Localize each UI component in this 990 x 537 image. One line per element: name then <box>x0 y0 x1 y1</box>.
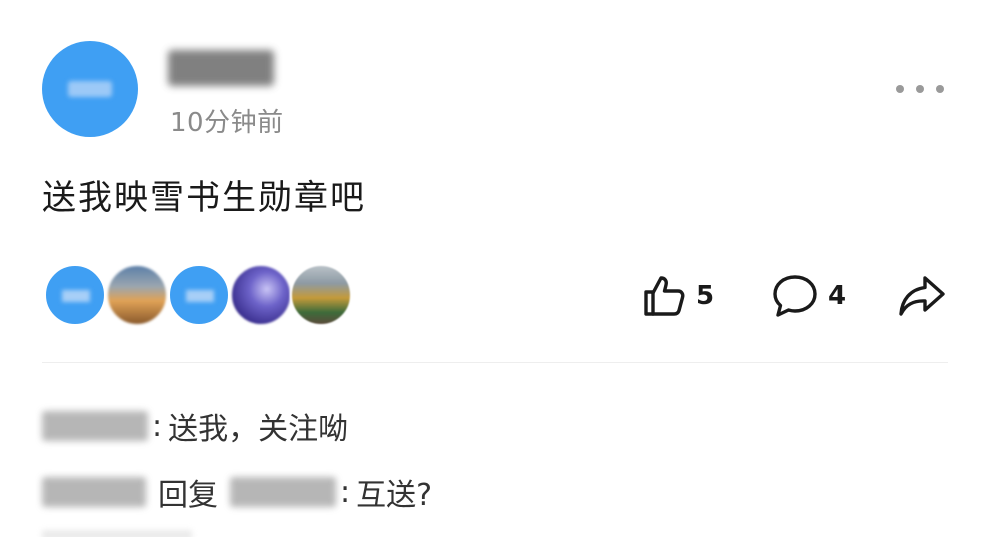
liker-avatar[interactable] <box>106 264 168 326</box>
comment-item[interactable]: 回复 : 互送? <box>42 470 432 514</box>
author-avatar[interactable] <box>42 41 138 137</box>
comment-colon: : <box>340 474 351 510</box>
post-card: 10分钟前 送我映雪书生勋章吧 5 4: 送我，关注呦 回复: 互送? <box>0 0 990 537</box>
comment-button[interactable]: 4 <box>770 272 846 320</box>
thumbs-up-icon <box>644 276 685 316</box>
liker-avatar[interactable] <box>230 264 292 326</box>
post-timestamp: 10分钟前 <box>170 108 284 138</box>
liker-initials <box>62 290 90 302</box>
liker-avatar[interactable] <box>290 264 352 326</box>
section-divider <box>42 362 948 363</box>
next-comment-partial <box>42 530 192 537</box>
liker-avatar[interactable] <box>168 264 230 326</box>
comment-bubble-icon <box>773 275 817 317</box>
comment-count: 4 <box>828 281 847 311</box>
comment-text: 互送? <box>356 478 433 513</box>
author-avatar-initials <box>68 81 112 97</box>
share-arrow-icon <box>899 276 945 316</box>
comment-colon: : <box>152 408 163 444</box>
more-dot <box>936 85 944 93</box>
post-content: 送我映雪书生勋章吧 <box>42 178 366 218</box>
liker-avatar[interactable] <box>44 264 106 326</box>
like-count: 5 <box>696 281 715 311</box>
liker-initials <box>186 290 214 302</box>
author-name-blurred[interactable] <box>168 50 274 86</box>
like-button[interactable]: 5 <box>640 272 714 320</box>
comment-item[interactable]: : 送我，关注呦 <box>42 404 348 448</box>
reply-label: 回复 <box>158 478 218 513</box>
more-dot <box>916 85 924 93</box>
more-options-button[interactable] <box>890 72 950 106</box>
reply-target-name-blurred[interactable] <box>230 477 336 507</box>
comment-text: 送我，关注呦 <box>168 412 349 447</box>
commenter-name-blurred[interactable] <box>42 477 146 507</box>
liker-avatars[interactable] <box>44 264 364 328</box>
commenter-name-blurred[interactable] <box>42 411 148 441</box>
share-button[interactable] <box>896 272 948 320</box>
more-dot <box>896 85 904 93</box>
